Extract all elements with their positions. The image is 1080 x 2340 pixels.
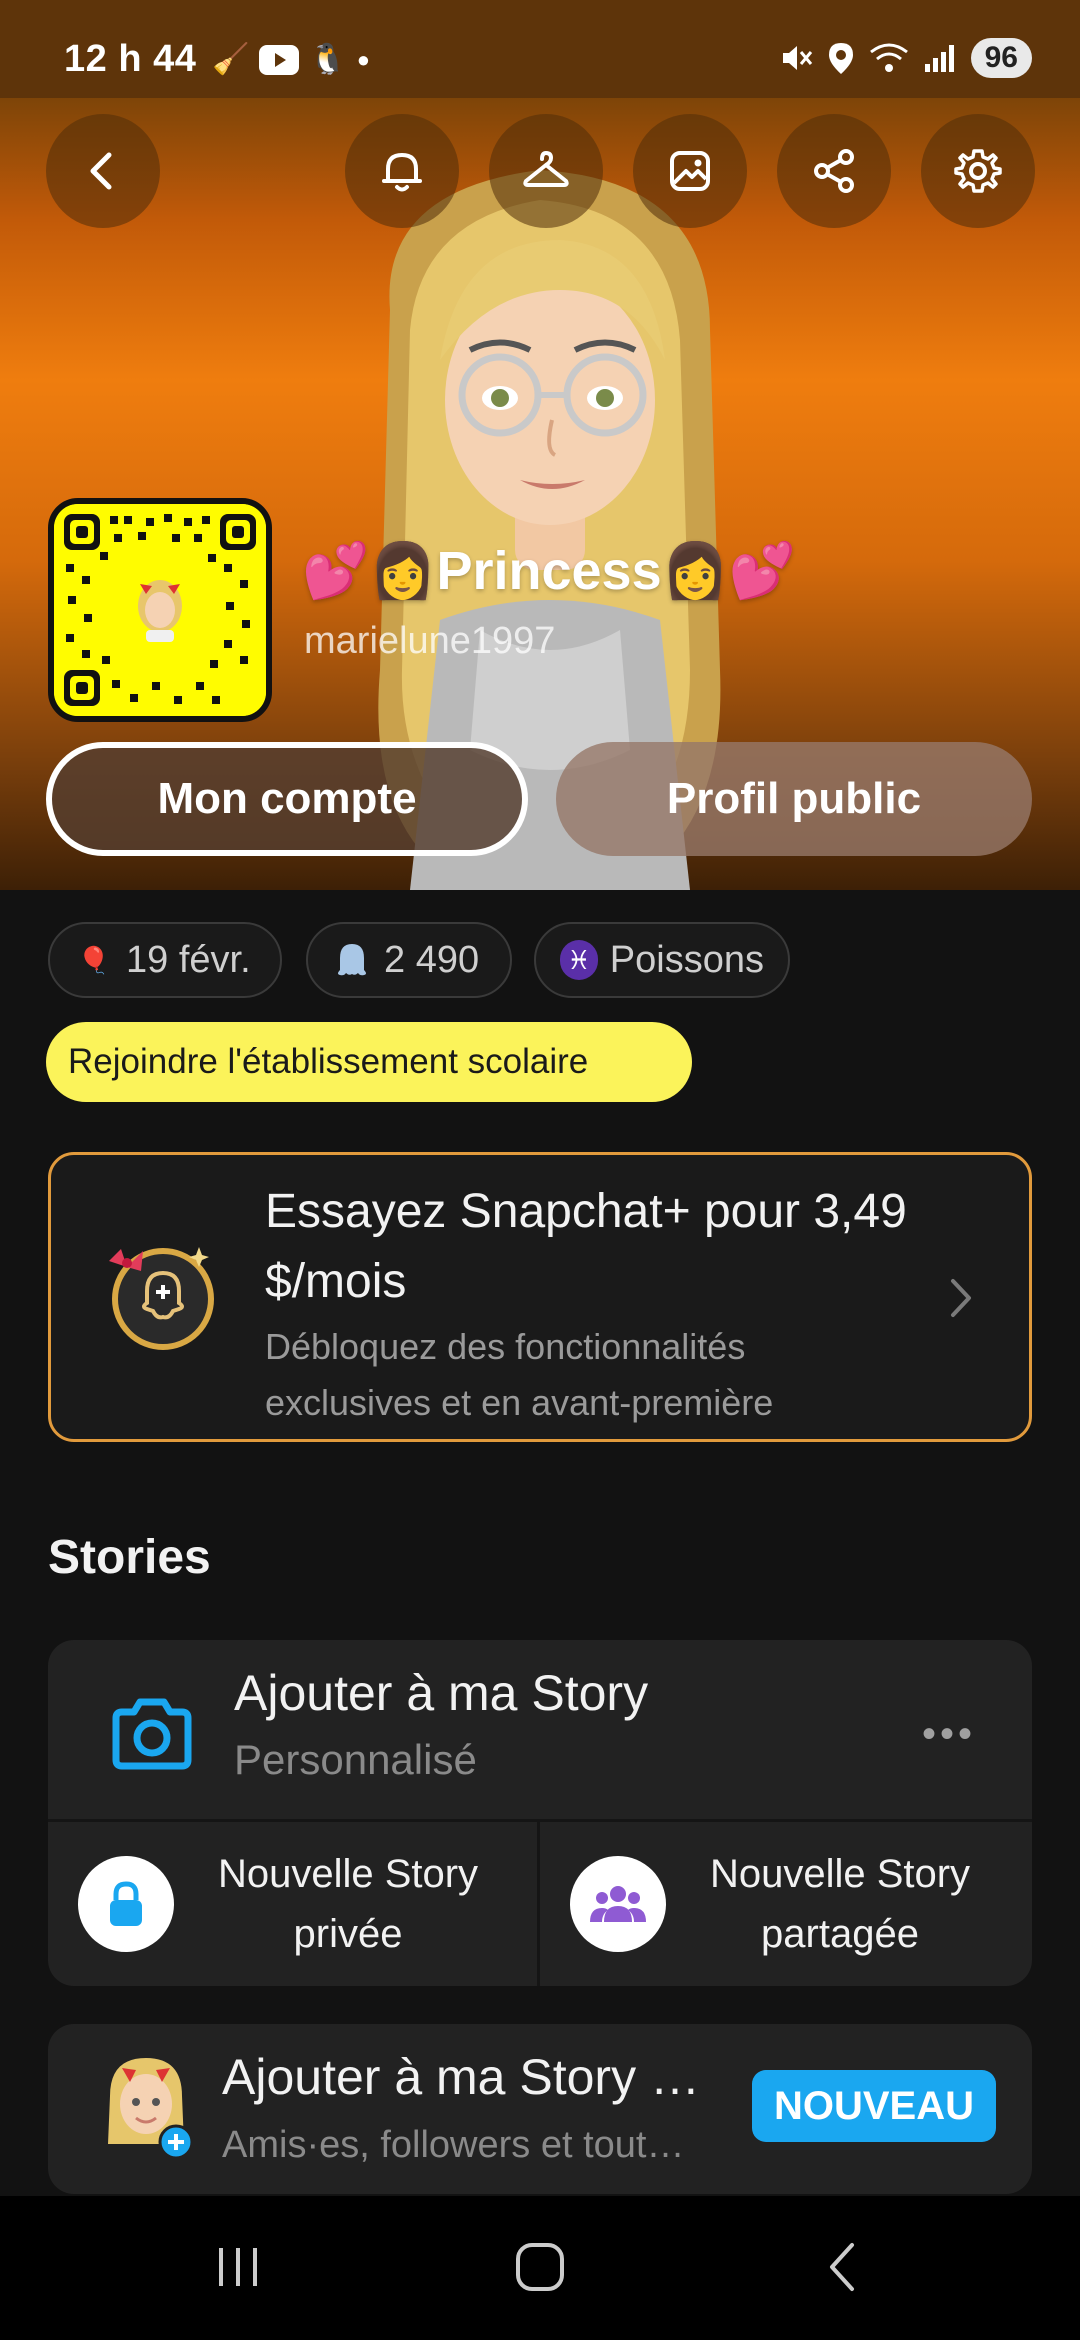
new-private-story-label: Nouvelle Story privée <box>217 1852 479 1956</box>
dot-icon: ● <box>356 46 371 72</box>
more-options-button[interactable]: ••• <box>922 1712 976 1757</box>
display-name: 💕👩Princess👩💕 <box>302 541 797 601</box>
wifi-icon <box>869 43 908 72</box>
broom-icon: 🧹 <box>212 43 250 76</box>
new-shared-story-label: Nouvelle Story partagée <box>709 1852 971 1956</box>
signal-icon <box>924 45 954 72</box>
public-profile-button[interactable]: Profil public <box>556 742 1032 856</box>
back-icon <box>90 152 112 190</box>
notifications-button[interactable] <box>345 114 459 228</box>
zodiac-label: Poissons <box>609 938 764 981</box>
snap-score-value: 2 490 <box>384 938 480 981</box>
stories-section-title: Stories <box>48 1531 211 1584</box>
bell-icon <box>382 153 422 192</box>
join-school-button[interactable]: Rejoindre l'établissement scolaire <box>46 1022 692 1102</box>
add-to-public-story-row[interactable]: Ajouter à ma Story … Amis·es, followers … <box>48 2024 1032 2194</box>
recent-apps-icon <box>219 2248 257 2286</box>
gear-icon <box>954 149 1002 193</box>
balloon-icon: 🎈 <box>77 944 111 975</box>
camera-icon <box>112 1698 192 1770</box>
mute-icon <box>782 46 812 70</box>
outfit-button[interactable] <box>489 114 603 228</box>
share-icon <box>814 149 854 193</box>
battery-level: 96 <box>970 38 1032 78</box>
ghost-icon <box>338 944 366 976</box>
birthday-label: 19 févr. <box>126 938 251 981</box>
app-icon: 🐧 <box>309 43 347 76</box>
snap-score-chip[interactable]: 2 490 <box>306 922 512 998</box>
add-to-public-story-subtitle: Amis·es, followers et tout… <box>222 2124 685 2166</box>
settings-button[interactable] <box>921 114 1035 228</box>
stories-card: Ajouter à ma Story Personnalisé ••• Nouv… <box>48 1640 1032 1986</box>
youtube-icon <box>259 44 300 75</box>
snapchat-plus-promo[interactable]: Essayez Snapchat+ pour 3,49 $/mois Déblo… <box>48 1152 1032 1442</box>
promo-description: Débloquez des fonctionnalités exclusives… <box>265 1326 774 1423</box>
promo-title: Essayez Snapchat+ pour 3,49 $/mois <box>265 1185 907 1308</box>
background-button[interactable] <box>633 114 747 228</box>
my-account-button[interactable]: Mon compte <box>46 742 528 856</box>
group-icon <box>590 1886 646 1922</box>
system-icons: 96 <box>779 38 1032 78</box>
add-to-story-subtitle: Personnalisé <box>234 1736 477 1783</box>
snapcode[interactable] <box>48 498 272 722</box>
username: marielune1997 <box>304 620 556 662</box>
snapcode-pattern <box>54 504 266 716</box>
snapchat-plus-badge-icon <box>109 1247 214 1350</box>
image-icon <box>670 151 710 191</box>
add-to-public-story-title: Ajouter à ma Story … <box>222 2049 700 2105</box>
system-back-icon <box>830 2243 854 2291</box>
group-icon-badge <box>570 1856 666 1952</box>
notification-icons: 🧹 🐧 ● <box>212 42 370 77</box>
avatar <box>108 2058 194 2160</box>
status-bar: 12 h 44 🧹 🐧 ● 96 <box>0 0 1080 98</box>
home-icon <box>516 2243 564 2291</box>
lock-icon-badge <box>78 1856 174 1952</box>
lock-icon <box>110 1881 142 1926</box>
new-private-story-button[interactable]: Nouvelle Story privée <box>48 1822 540 1986</box>
hanger-icon <box>523 151 569 187</box>
add-to-story-row[interactable]: Ajouter à ma Story Personnalisé ••• <box>48 1640 1032 1822</box>
chevron-right-icon <box>951 1279 971 1317</box>
system-navigation-bar <box>0 2196 1080 2340</box>
zodiac-chip[interactable]: ♓ Poissons <box>534 922 790 998</box>
pisces-icon: ♓ <box>560 940 598 980</box>
new-badge: NOUVEAU <box>751 2070 996 2142</box>
back-button[interactable] <box>46 114 160 228</box>
recent-apps-button[interactable] <box>198 2232 278 2302</box>
profile-header: 12 h 44 🧹 🐧 ● 96 💕👩Princess👩💕 marielune1… <box>0 0 1080 890</box>
location-icon <box>828 43 853 74</box>
add-to-story-title: Ajouter à ma Story <box>234 1665 649 1721</box>
home-button[interactable] <box>500 2232 580 2302</box>
new-shared-story-button[interactable]: Nouvelle Story partagée <box>540 1822 1032 1986</box>
share-button[interactable] <box>777 114 891 228</box>
birthday-chip[interactable]: 🎈 19 févr. <box>48 922 282 998</box>
system-back-button[interactable] <box>802 2232 882 2302</box>
status-time: 12 h 44 <box>64 38 197 80</box>
